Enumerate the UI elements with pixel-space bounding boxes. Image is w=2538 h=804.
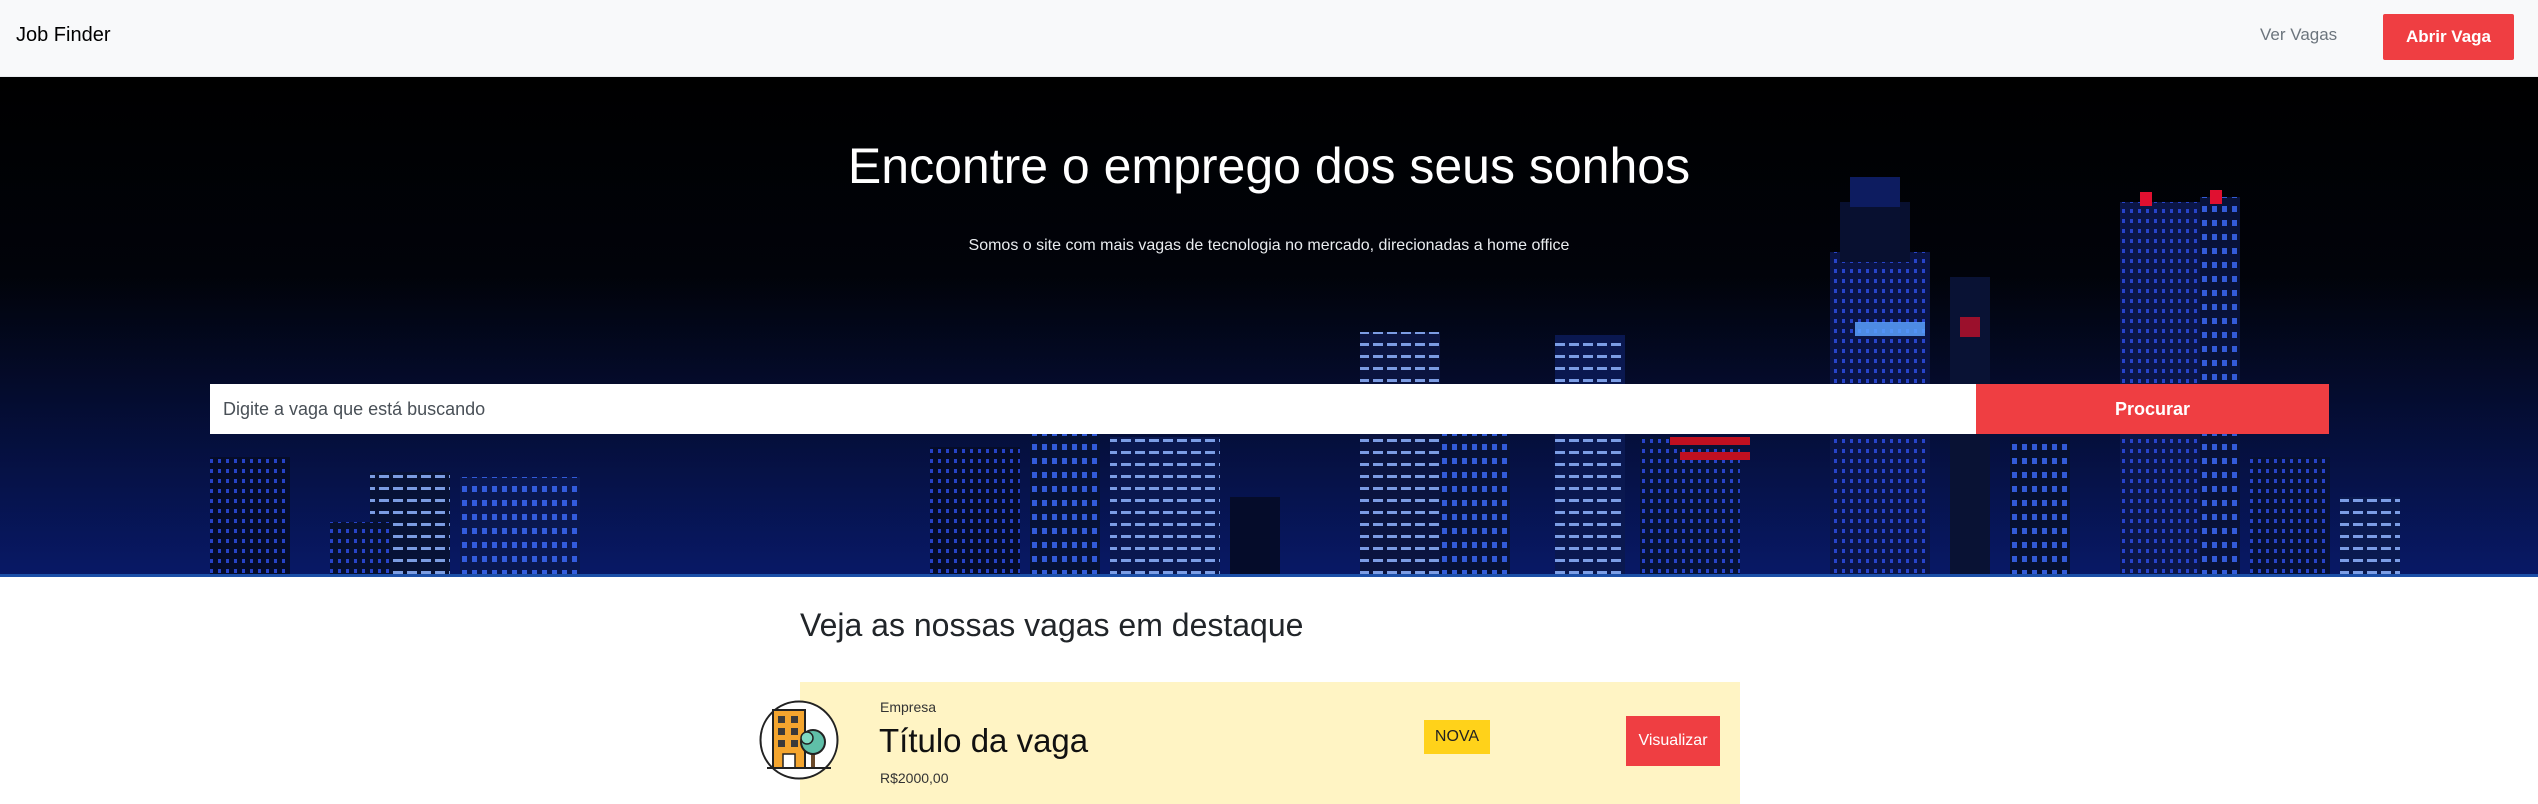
- brand-logo-text[interactable]: Job Finder: [16, 24, 111, 47]
- job-company-name: Empresa: [880, 699, 937, 715]
- featured-section-title: Veja as nossas vagas em destaque: [800, 607, 1304, 643]
- view-job-button[interactable]: Visualizar: [1626, 716, 1720, 766]
- hero-banner: Encontre o emprego dos seus sonhos Somos…: [0, 77, 2538, 575]
- navbar: Job Finder Ver Vagas Abrir Vaga: [0, 0, 2538, 77]
- new-badge: NOVA: [1424, 720, 1490, 754]
- job-title: Título da vaga: [879, 722, 1089, 759]
- open-job-button[interactable]: Abrir Vaga: [2383, 14, 2514, 60]
- building-tree-icon: [759, 700, 839, 780]
- search-button[interactable]: Procurar: [1976, 384, 2329, 434]
- job-search-input[interactable]: [210, 384, 1976, 434]
- nav-link-ver-vagas[interactable]: Ver Vagas: [2260, 25, 2337, 45]
- hero-bottom-divider: [0, 574, 2538, 577]
- hero-title: Encontre o emprego dos seus sonhos: [847, 138, 1691, 194]
- job-salary: R$2000,00: [880, 770, 949, 786]
- hero-subtitle: Somos o site com mais vagas de tecnologi…: [968, 237, 1570, 254]
